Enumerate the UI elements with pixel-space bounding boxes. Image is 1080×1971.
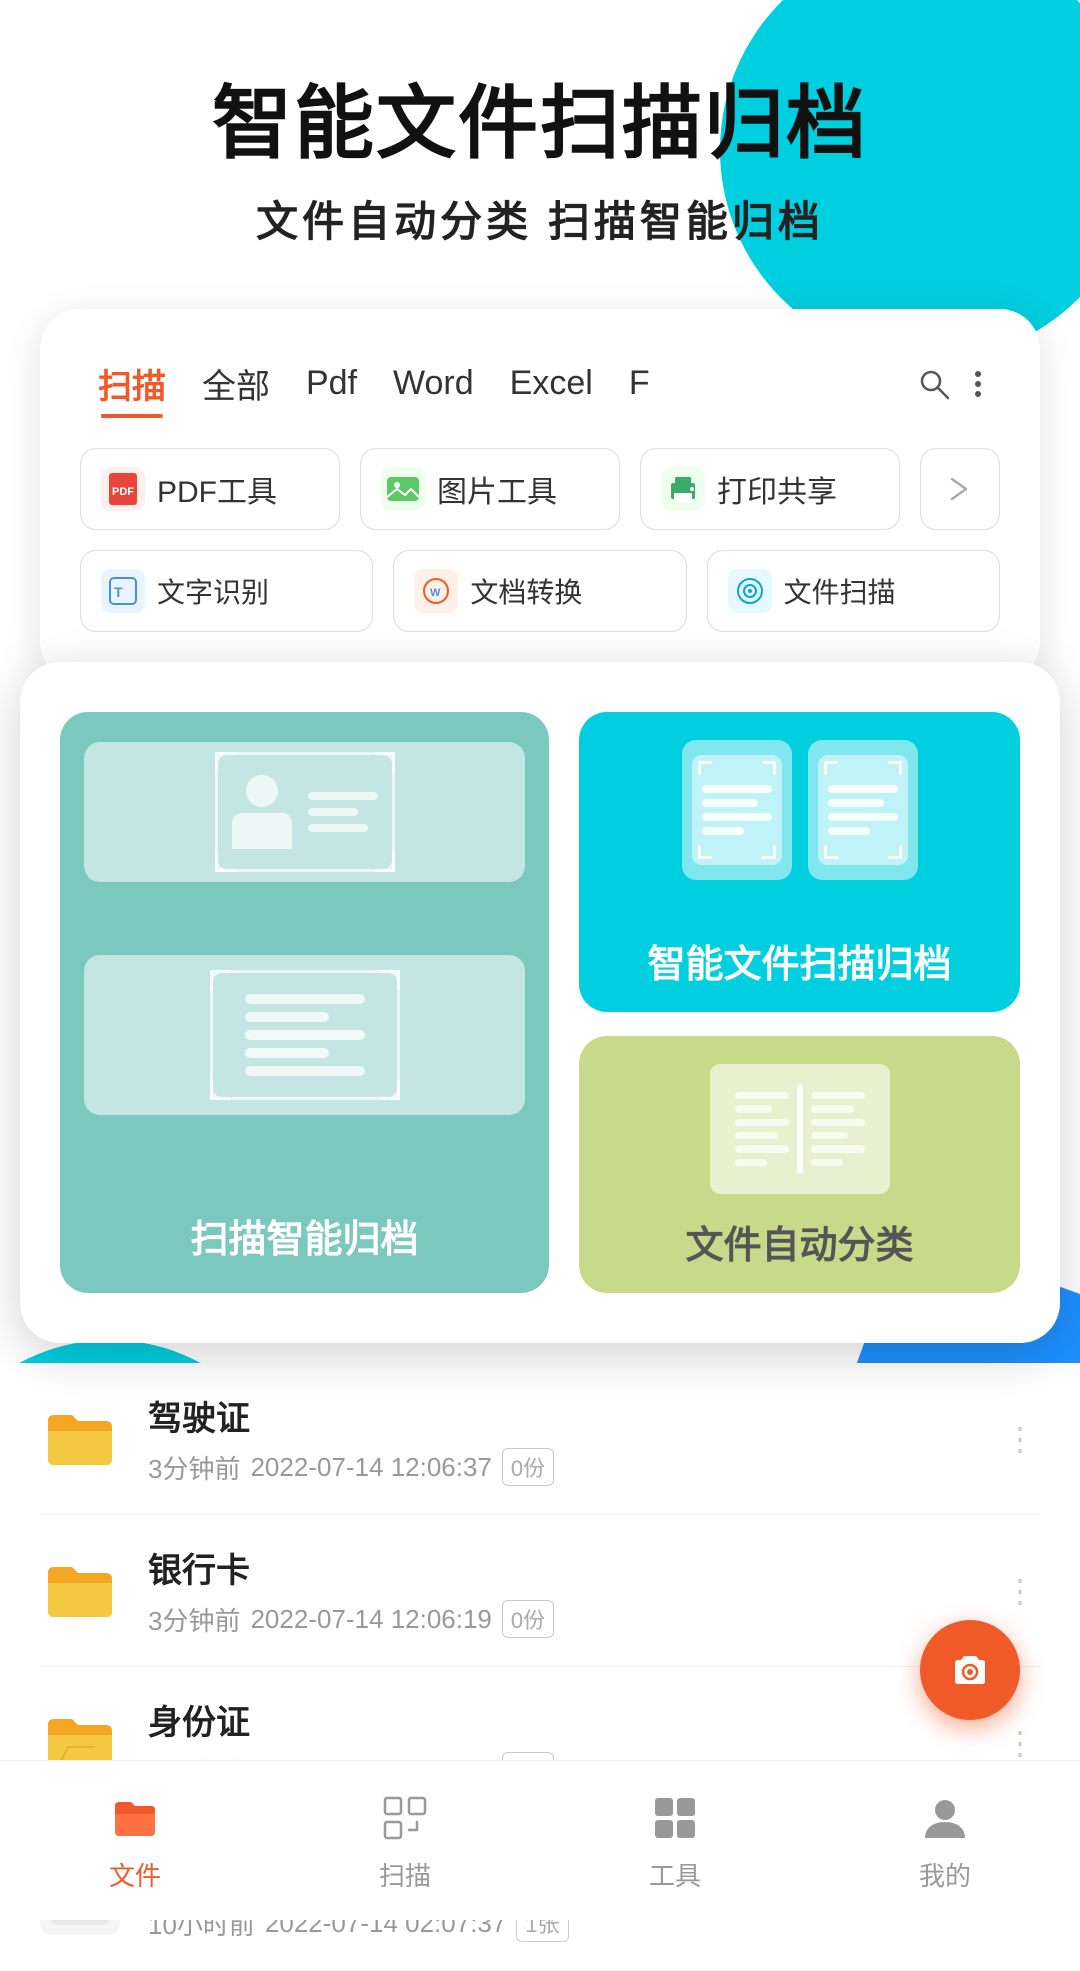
smart-scan-label: 智能文件扫描归档	[647, 933, 951, 988]
bottom-nav: 文件 扫描 工具	[0, 1760, 1080, 1920]
print-icon	[661, 467, 705, 511]
doc-item-2	[808, 740, 918, 880]
file-scan-label: 文件扫描	[784, 571, 896, 611]
feature-smart-scan[interactable]: 智能文件扫描归档	[579, 712, 1020, 1012]
pdf-icon: PDF	[101, 467, 145, 511]
feature-popup: 扫描智能归档	[20, 662, 1060, 1343]
file-name-1: 银行卡	[148, 1543, 1000, 1592]
feature-scan-archive[interactable]: 扫描智能归档	[60, 712, 549, 1293]
tab-f[interactable]: F	[611, 354, 668, 413]
nav-scan[interactable]: 扫描	[270, 1788, 540, 1893]
main-card: 扫描 全部 Pdf Word Excel F PDF	[40, 309, 1040, 682]
file-scan-button[interactable]: 文件扫描	[707, 550, 1000, 632]
file-item-0[interactable]: 驾驶证 3分钟前 2022-07-14 12:06:37 0份 ⋮	[40, 1363, 1040, 1515]
svg-text:PDF: PDF	[112, 486, 134, 498]
file-scan-icon	[728, 569, 772, 613]
docs-preview-row	[603, 740, 996, 880]
file-menu-icon-1[interactable]: ⋮	[1000, 1571, 1040, 1611]
camera-fab-button[interactable]	[920, 1620, 1020, 1720]
nav-tools-icon	[645, 1788, 705, 1848]
tools-row-1: PDF PDF工具 图片工具	[80, 448, 1000, 530]
file-meta-0: 3分钟前 2022-07-14 12:06:37 0份	[148, 1448, 1000, 1486]
tab-pdf[interactable]: Pdf	[288, 354, 375, 413]
file-info-1: 银行卡 3分钟前 2022-07-14 12:06:19 0份	[148, 1543, 1000, 1638]
file-menu-icon-2[interactable]: ⋮	[1000, 1723, 1040, 1763]
file-item-1[interactable]: 银行卡 3分钟前 2022-07-14 12:06:19 0份 ⋮	[40, 1515, 1040, 1667]
doc-convert-button[interactable]: W 文档转换	[393, 550, 686, 632]
book-preview	[710, 1064, 890, 1194]
svg-text:T: T	[114, 584, 123, 600]
feature-auto-classify[interactable]: 文件自动分类	[579, 1036, 1020, 1293]
folder-icon-0	[40, 1399, 120, 1479]
chevron-right-icon	[941, 467, 979, 511]
tab-all[interactable]: 全部	[184, 349, 288, 418]
image-tool-label: 图片工具	[437, 467, 557, 511]
nav-mine[interactable]: 我的	[810, 1788, 1080, 1893]
hero-section: 智能文件扫描归档 文件自动分类 扫描智能归档	[0, 0, 1080, 289]
file-info-0: 驾驶证 3分钟前 2022-07-14 12:06:37 0份	[148, 1391, 1000, 1486]
nav-files-label: 文件	[109, 1856, 161, 1893]
doc-preview	[84, 955, 525, 1115]
file-menu-icon-0[interactable]: ⋮	[1000, 1419, 1040, 1459]
scan-archive-label: 扫描智能归档	[190, 1208, 418, 1263]
more-dots-icon[interactable]	[956, 362, 1000, 406]
doc-convert-icon: W	[414, 569, 458, 613]
tab-word[interactable]: Word	[375, 354, 492, 413]
nav-tools[interactable]: 工具	[540, 1788, 810, 1893]
nav-mine-label: 我的	[919, 1856, 971, 1893]
more-tool-button[interactable]	[920, 448, 1000, 530]
id-card-preview	[84, 742, 525, 882]
file-name-2: 身份证	[148, 1695, 1000, 1744]
text-recognition-label: 文字识别	[157, 571, 269, 611]
doc-item-1	[682, 740, 792, 880]
hero-subtitle: 文件自动分类 扫描智能归档	[60, 188, 1020, 249]
nav-files-icon	[105, 1788, 165, 1848]
pdf-tool-button[interactable]: PDF PDF工具	[80, 448, 340, 530]
folder-icon-1	[40, 1551, 120, 1631]
hero-title: 智能文件扫描归档	[60, 80, 1020, 168]
nav-files[interactable]: 文件	[0, 1788, 270, 1893]
nav-mine-icon	[915, 1788, 975, 1848]
image-icon	[381, 467, 425, 511]
file-meta-1: 3分钟前 2022-07-14 12:06:19 0份	[148, 1600, 1000, 1638]
pdf-tool-label: PDF工具	[157, 467, 277, 511]
search-icon[interactable]	[912, 362, 956, 406]
svg-text:W: W	[430, 587, 441, 599]
tab-scan[interactable]: 扫描	[80, 349, 184, 418]
nav-tools-label: 工具	[649, 1856, 701, 1893]
print-tool-button[interactable]: 打印共享	[640, 448, 900, 530]
print-tool-label: 打印共享	[717, 467, 837, 511]
image-tool-button[interactable]: 图片工具	[360, 448, 620, 530]
nav-scan-label: 扫描	[379, 1856, 431, 1893]
file-name-0: 驾驶证	[148, 1391, 1000, 1440]
text-recognition-button[interactable]: T 文字识别	[80, 550, 373, 632]
feature-right-panel: 智能文件扫描归档	[579, 712, 1020, 1293]
text-recognition-icon: T	[101, 569, 145, 613]
tab-excel[interactable]: Excel	[492, 354, 611, 413]
doc-convert-label: 文档转换	[470, 571, 582, 611]
nav-scan-icon	[375, 1788, 435, 1848]
tools-row-2: T 文字识别 W 文档转换 文件扫描	[80, 550, 1000, 632]
tab-bar: 扫描 全部 Pdf Word Excel F	[80, 349, 1000, 418]
auto-classify-label: 文件自动分类	[685, 1214, 913, 1269]
